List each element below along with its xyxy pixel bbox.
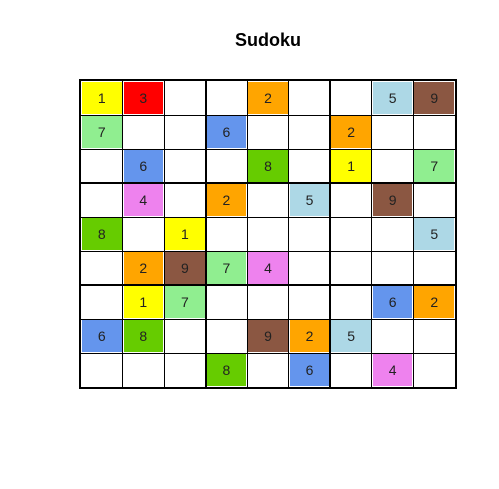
sudoku-cell-r7c7[interactable] [331,286,371,318]
sudoku-cell-r4c4[interactable]: 2 [206,184,247,216]
sudoku-cell-r1c8[interactable]: 5 [372,82,413,114]
sudoku-cell-r4c7[interactable] [331,184,371,216]
sudoku-cell-r1c9[interactable]: 9 [414,82,454,114]
sudoku-cell-r5c9[interactable]: 5 [414,218,454,250]
sudoku-cell-r1c6[interactable] [289,82,330,114]
sudoku-cell-r4c5[interactable] [248,184,288,216]
grid-line-horizontal [81,182,455,184]
sudoku-cell-r6c5[interactable]: 4 [248,252,288,284]
sudoku-cell-r6c8[interactable] [372,252,413,284]
grid-line-horizontal [81,148,455,150]
sudoku-cell-r6c2[interactable]: 2 [123,252,164,284]
sudoku-cell-r8c8[interactable] [372,320,413,352]
sudoku-cell-r9c1[interactable] [82,354,122,386]
sudoku-cell-r7c5[interactable] [248,286,288,318]
grid-line-horizontal [81,284,455,286]
grid-line-vertical [288,81,290,387]
sudoku-cell-r4c3[interactable] [165,184,205,216]
sudoku-cell-r2c6[interactable] [289,116,330,148]
sudoku-cell-r2c9[interactable] [414,116,454,148]
sudoku-cell-r3c9[interactable]: 7 [414,150,454,182]
grid-line-vertical [371,81,373,387]
sudoku-cell-r6c7[interactable] [331,252,371,284]
sudoku-cell-r7c3[interactable]: 7 [165,286,205,318]
grid-line-vertical [204,81,207,387]
grid-line-vertical [246,81,248,387]
sudoku-cell-r8c5[interactable]: 9 [248,320,288,352]
sudoku-cell-r6c6[interactable] [289,252,330,284]
sudoku-cell-r6c3[interactable]: 9 [165,252,205,284]
sudoku-cell-r1c3[interactable] [165,82,205,114]
sudoku-cell-r3c2[interactable]: 6 [123,150,164,182]
sudoku-cell-r1c1[interactable]: 1 [82,82,122,114]
sudoku-cell-r5c6[interactable] [289,218,330,250]
grid-line-horizontal [81,216,455,218]
grid-line-horizontal [81,250,455,252]
sudoku-cell-r9c6[interactable]: 6 [289,354,330,386]
sudoku-cell-r8c1[interactable]: 6 [82,320,122,352]
sudoku-cell-r4c2[interactable]: 4 [123,184,164,216]
sudoku-cell-r1c7[interactable] [331,82,371,114]
sudoku-cell-r5c2[interactable] [123,218,164,250]
sudoku-cell-r1c2[interactable]: 3 [123,82,164,114]
sudoku-cell-r1c4[interactable] [206,82,247,114]
grid-line-vertical [122,81,124,387]
sudoku-cell-r9c3[interactable] [165,354,205,386]
sudoku-cell-r6c9[interactable] [414,252,454,284]
sudoku-cell-r2c3[interactable] [165,116,205,148]
sudoku-cell-r3c1[interactable] [82,150,122,182]
sudoku-cell-r3c4[interactable] [206,150,247,182]
sudoku-cell-r2c5[interactable] [248,116,288,148]
sudoku-cell-r7c4[interactable] [206,286,247,318]
sudoku-cell-r7c9[interactable]: 2 [414,286,454,318]
grid-line-horizontal [81,352,455,354]
sudoku-cell-r5c4[interactable] [206,218,247,250]
sudoku-cell-r5c7[interactable] [331,218,371,250]
sudoku-cell-r9c2[interactable] [123,354,164,386]
sudoku-cell-r8c9[interactable] [414,320,454,352]
grid-line-vertical [412,81,414,387]
sudoku-cell-r3c8[interactable] [372,150,413,182]
sudoku-cell-r3c7[interactable]: 1 [331,150,371,182]
sudoku-cell-r2c2[interactable] [123,116,164,148]
sudoku-cell-r5c3[interactable]: 1 [165,218,205,250]
sudoku-cell-r3c6[interactable] [289,150,330,182]
sudoku-cell-r6c4[interactable]: 7 [206,252,247,284]
sudoku-cell-r7c6[interactable] [289,286,330,318]
sudoku-cell-r7c1[interactable] [82,286,122,318]
page-title: Sudoku [235,30,301,50]
sudoku-cell-r9c5[interactable] [248,354,288,386]
sudoku-cell-r9c9[interactable] [414,354,454,386]
sudoku-cell-r3c5[interactable]: 8 [248,150,288,182]
sudoku-cell-r5c1[interactable]: 8 [82,218,122,250]
sudoku-cell-r8c4[interactable] [206,320,247,352]
sudoku-cell-r4c8[interactable]: 9 [372,184,413,216]
sudoku-cell-r4c1[interactable] [82,184,122,216]
sudoku-cell-r8c7[interactable]: 5 [331,320,371,352]
sudoku-cell-r7c2[interactable]: 1 [123,286,164,318]
sudoku-cell-r7c8[interactable]: 6 [372,286,413,318]
sudoku-cell-r4c9[interactable] [414,184,454,216]
sudoku-cell-r5c8[interactable] [372,218,413,250]
sudoku-cell-r8c2[interactable]: 8 [123,320,164,352]
sudoku-cell-r2c8[interactable] [372,116,413,148]
sudoku-cell-r8c3[interactable] [165,320,205,352]
grid-line-horizontal [81,318,455,320]
sudoku-cell-r9c4[interactable]: 8 [206,354,247,386]
grid-line-horizontal [81,114,455,116]
sudoku-cell-r5c5[interactable] [248,218,288,250]
sudoku-cell-r2c1[interactable]: 7 [82,116,122,148]
sudoku-cell-r9c7[interactable] [331,354,371,386]
sudoku-cell-r6c1[interactable] [82,252,122,284]
sudoku-cell-r9c8[interactable]: 4 [372,354,413,386]
grid-line-vertical [163,81,165,387]
sudoku-cell-r8c6[interactable]: 2 [289,320,330,352]
sudoku-cell-r2c4[interactable]: 6 [206,116,247,148]
sudoku-board: 13259762681742598152974176268925864 [79,79,457,389]
sudoku-cell-r3c3[interactable] [165,150,205,182]
grid-line-vertical [329,81,332,387]
sudoku-cell-r4c6[interactable]: 5 [289,184,330,216]
sudoku-cell-r1c5[interactable]: 2 [248,82,288,114]
sudoku-cell-r2c7[interactable]: 2 [331,116,371,148]
